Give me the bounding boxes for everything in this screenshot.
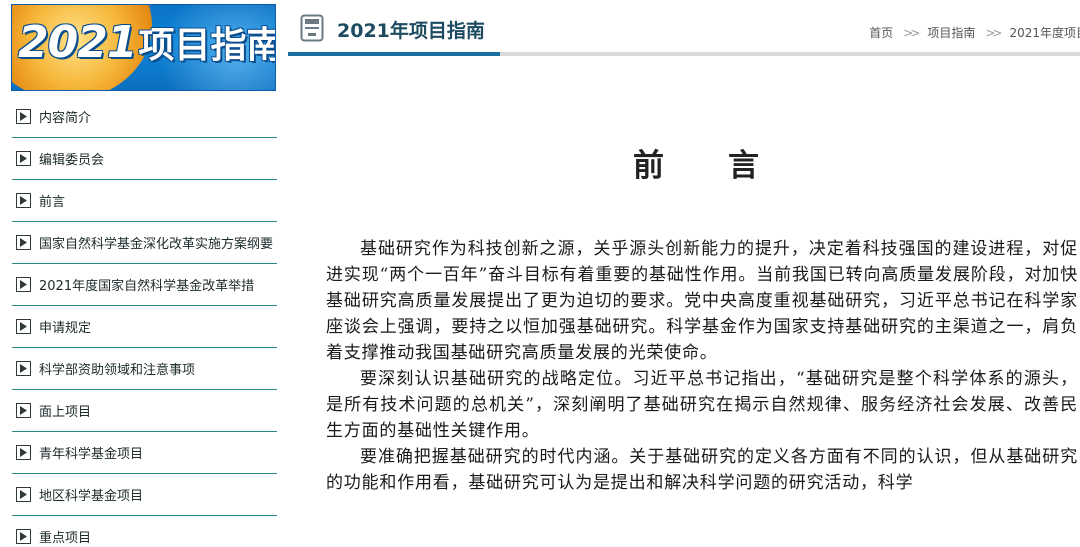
- breadcrumb-home[interactable]: 首页: [869, 24, 893, 41]
- play-arrow-icon: [16, 361, 31, 376]
- sidebar-item-label: 地区科学基金项目: [39, 489, 144, 504]
- sidebar-item-application-rules[interactable]: 申请规定: [12, 306, 277, 348]
- play-arrow-icon: [16, 487, 31, 502]
- sidebar-item-content-summary[interactable]: 内容简介: [12, 96, 277, 138]
- play-arrow-icon: [16, 529, 31, 544]
- sidebar-item-reform-outline[interactable]: 国家自然科学基金深化改革实施方案纲要: [12, 222, 277, 264]
- banner-title-text: 项目指南: [138, 25, 276, 66]
- sidebar-item-key-program[interactable]: 重点项目: [12, 516, 277, 547]
- sidebar-item-label: 2021年度国家自然科学基金改革举措: [39, 279, 255, 294]
- sidebar-item-label: 编辑委员会: [39, 153, 105, 168]
- play-arrow-icon: [16, 193, 31, 208]
- play-arrow-icon: [16, 403, 31, 418]
- paragraph: 要深刻认识基础研究的战略定位。习近平总书记指出，“基础研究是整个科学体系的源头，…: [326, 369, 1078, 441]
- sidebar-item-label: 国家自然科学基金深化改革实施方案纲要: [39, 237, 274, 252]
- sidebar-item-general-program[interactable]: 面上项目: [12, 390, 277, 432]
- heading-char-1: 前: [633, 148, 666, 184]
- breadcrumb-separator: >>: [903, 25, 920, 40]
- banner-title: 2021项目指南: [18, 21, 276, 66]
- sidebar-item-label: 内容简介: [39, 111, 92, 126]
- play-arrow-icon: [16, 445, 31, 460]
- sidebar-nav: 内容简介 编辑委员会 前言 国家自然科学基金深化改革实施方案纲要 2021年度国…: [12, 96, 277, 547]
- paragraph: 要准确把握基础研究的时代内涵。关于基础研究的定义各方面有不同的认识，但从基础研究…: [326, 447, 1078, 493]
- breadcrumb-2021-projects[interactable]: 2021年度项目: [1009, 24, 1080, 41]
- sidebar-item-regional-fund[interactable]: 地区科学基金项目: [12, 474, 277, 516]
- sidebar-item-label: 重点项目: [39, 531, 92, 546]
- section-header: 2021年项目指南 首页 >> 项目指南 >> 2021年度项目: [288, 0, 1080, 56]
- page-title: 2021年项目指南: [337, 20, 485, 42]
- play-arrow-icon: [16, 277, 31, 292]
- banner-year: 2021: [18, 17, 137, 68]
- play-arrow-icon: [16, 319, 31, 334]
- page: 2021项目指南 内容简介 编辑委员会 前言 国家自然科学基金深化改革实施方案纲…: [0, 0, 1080, 547]
- paragraph: 基础研究作为科技创新之源，关乎源头创新能力的提升，决定着科技强国的建设进程，对促…: [326, 239, 1078, 363]
- article-heading: 前言: [316, 140, 1078, 185]
- breadcrumb-separator: >>: [985, 25, 1002, 40]
- guide-banner[interactable]: 2021项目指南: [11, 4, 276, 91]
- play-arrow-icon: [16, 235, 31, 250]
- sidebar-item-label: 前言: [39, 195, 66, 210]
- header-divider-accent: [288, 52, 500, 56]
- sidebar-item-preface[interactable]: 前言: [12, 180, 277, 222]
- sidebar-item-label: 科学部资助领域和注意事项: [39, 363, 196, 378]
- article-content: 前 言 基础研究作为科技创新之源，关乎源头创新能力的提升，决定着科技强国的建设进程…: [326, 140, 1078, 493]
- breadcrumb-project-guide[interactable]: 项目指南: [927, 24, 975, 41]
- play-arrow-icon: [16, 109, 31, 124]
- sidebar-item-editorial-board[interactable]: 编辑委员会: [12, 138, 277, 180]
- breadcrumb: 首页 >> 项目指南 >> 2021年度项目: [869, 24, 1080, 41]
- sidebar-item-young-scientists[interactable]: 青年科学基金项目: [12, 432, 277, 474]
- sidebar-item-label: 申请规定: [39, 321, 92, 336]
- heading-char-2: 言: [728, 148, 761, 184]
- sidebar-item-reform-measures[interactable]: 2021年度国家自然科学基金改革举措: [12, 264, 277, 306]
- sidebar-item-label: 面上项目: [39, 405, 92, 420]
- sidebar-item-label: 青年科学基金项目: [39, 447, 144, 462]
- book-icon: [300, 14, 324, 42]
- sidebar-item-funding-areas[interactable]: 科学部资助领域和注意事项: [12, 348, 277, 390]
- article-body: 基础研究作为科技创新之源，关乎源头创新能力的提升，决定着科技强国的建设进程，对促…: [326, 236, 1078, 496]
- play-arrow-icon: [16, 151, 31, 166]
